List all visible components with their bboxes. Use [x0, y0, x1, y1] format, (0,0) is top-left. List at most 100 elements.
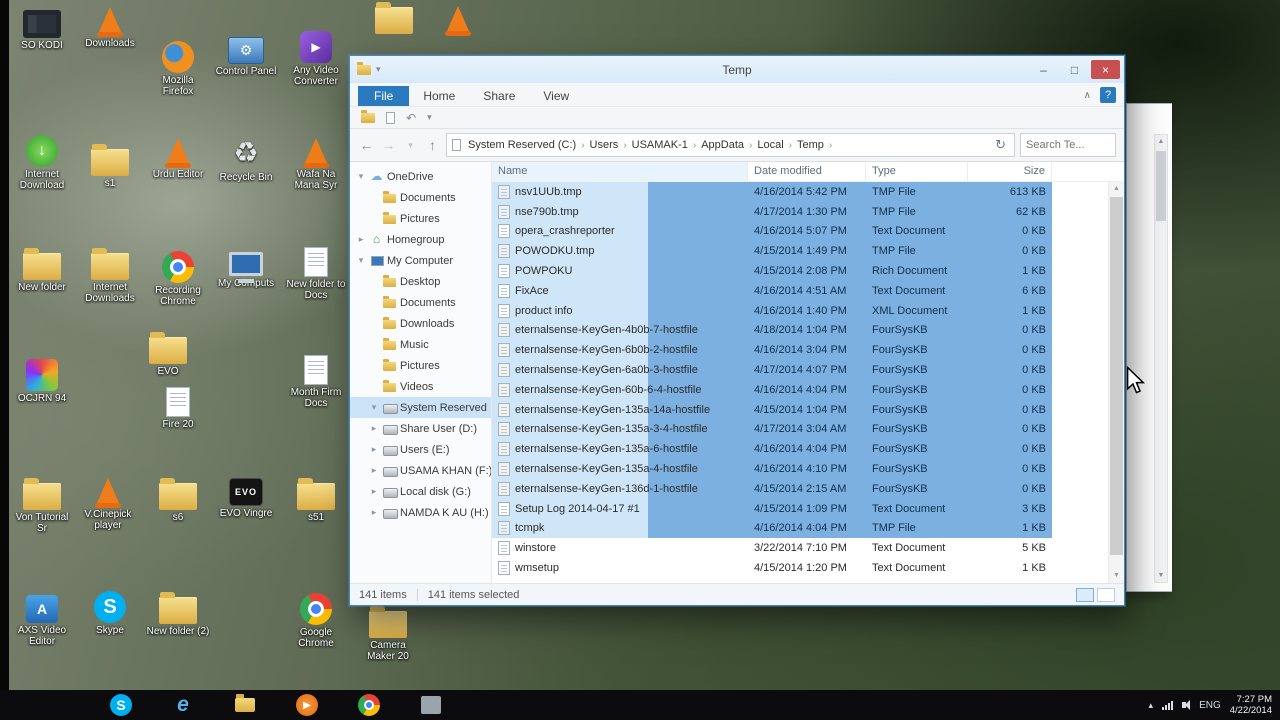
column-type[interactable]: Type — [866, 162, 968, 181]
desktop-icon-control-panel[interactable]: ⚙ Control Panel — [214, 32, 278, 77]
desktop-icon-s1[interactable]: s1 — [78, 142, 142, 189]
undo-icon[interactable]: ↶ — [406, 111, 416, 125]
breadcrumb-segment[interactable]: AppData — [698, 139, 747, 151]
search-input[interactable] — [1026, 139, 1110, 151]
search-box[interactable] — [1020, 133, 1116, 157]
volume-icon[interactable] — [1182, 700, 1191, 710]
maximize-button[interactable]: □ — [1060, 60, 1089, 79]
ribbon-collapse-icon[interactable]: ∧ — [1084, 90, 1091, 101]
clock[interactable]: 7:27 PM 4/22/2014 — [1230, 694, 1272, 716]
column-date-modified[interactable]: Date modified — [748, 162, 866, 181]
taskbar-explorer-button[interactable] — [228, 692, 262, 718]
nav-item-share-user-d[interactable]: ▸ Share User (D:) — [350, 418, 491, 439]
nav-item-videos[interactable]: Videos — [350, 376, 491, 397]
up-button[interactable]: ↑ — [424, 137, 441, 153]
file-row-opera-crashreporter[interactable]: opera_crashreporter 4/16/2014 5:07 PM Text… — [492, 221, 1108, 242]
tab-home[interactable]: Home — [409, 86, 469, 106]
scroll-down-icon[interactable]: ▼ — [1109, 569, 1124, 583]
nav-item-music[interactable]: Music — [350, 334, 491, 355]
qat-dropdown-icon[interactable]: ▾ — [376, 64, 381, 75]
tab-view[interactable]: View — [529, 86, 583, 106]
nav-item-pictures[interactable]: Pictures — [350, 355, 491, 376]
nav-item-downloads[interactable]: Downloads — [350, 313, 491, 334]
file-row-tcmpk[interactable]: tcmpk 4/16/2014 4:04 PM TMP File 1 KB — [492, 518, 1108, 539]
file-row-eternalsense-keygen-6a0b-3-hostfile[interactable]: eternalsense-KeyGen-6a0b-3-hostfile 4/17/… — [492, 360, 1108, 380]
desktop-icon-s6[interactable]: s6 — [146, 476, 210, 523]
desktop-icon-von-tutorial-sr[interactable]: Von Tutorial Sr — [10, 476, 74, 534]
desktop-icon-mozilla-firefox[interactable]: Mozilla Firefox — [146, 38, 210, 97]
file-row-eternalsense-keygen-6b0b-2-hostfile[interactable]: eternalsense-KeyGen-6b0b-2-hostfile 4/16/… — [492, 340, 1108, 361]
nav-item-pictures[interactable]: Pictures — [350, 208, 491, 229]
expander-icon[interactable]: ▾ — [369, 402, 379, 413]
title-bar[interactable]: ▾ Temp – □ × — [350, 56, 1124, 83]
tab-share[interactable]: Share — [469, 86, 529, 106]
file-list-scrollbar[interactable]: ▲ ▼ — [1108, 182, 1124, 583]
scroll-up-icon[interactable]: ▲ — [1155, 135, 1167, 148]
nav-item-my-computer[interactable]: ▾ My Computer — [350, 250, 491, 271]
background-window-scrollbar[interactable]: ▲ ▼ — [1154, 134, 1168, 583]
desktop-icon-recycle-bin[interactable]: ♻ Recycle Bin — [214, 136, 278, 183]
background-window[interactable]: ▲ ▼ — [1126, 103, 1172, 592]
desktop-icon-skype[interactable]: S Skype — [78, 588, 142, 636]
nav-item-documents[interactable]: Documents — [350, 292, 491, 313]
expander-icon[interactable]: ▾ — [356, 171, 366, 182]
expander-icon[interactable]: ▸ — [356, 234, 366, 245]
breadcrumb-segment[interactable]: Local — [754, 139, 786, 151]
desktop-icon-folder[interactable] — [362, 0, 426, 36]
file-row-eternalsense-keygen-135a-3-4-hostfile[interactable]: eternalsense-KeyGen-135a-3-4-hostfile 4/1… — [492, 419, 1108, 440]
file-row-eternalsense-keygen-135a-4-hostfile[interactable]: eternalsense-KeyGen-135a-4-hostfile 4/16/… — [492, 459, 1108, 479]
nav-item-usama-khan-f[interactable]: ▸ USAMA KHAN (F:) — [350, 460, 491, 481]
taskbar-app-button[interactable] — [414, 692, 448, 718]
desktop-icon-month-firm-docs[interactable]: Month Firm Docs — [284, 352, 348, 409]
nav-item-documents[interactable]: Documents — [350, 187, 491, 208]
refresh-icon[interactable]: ↻ — [992, 137, 1009, 153]
close-button[interactable]: × — [1091, 60, 1120, 79]
breadcrumb-segment[interactable]: USAMAK-1 — [629, 139, 691, 151]
expander-icon[interactable]: ▾ — [356, 255, 366, 266]
expander-icon[interactable]: ▸ — [369, 465, 379, 476]
desktop-icon-urdu-editor[interactable]: Urdu Editor — [146, 136, 210, 180]
desktop-icon-internet-download[interactable]: ↓ Internet Download — [10, 132, 74, 191]
customize-qat-icon[interactable]: ▾ — [427, 112, 432, 123]
desktop-icon-ocjrn-94[interactable]: OCJRN 94 — [10, 356, 74, 404]
desktop-icon-new-folder-2[interactable]: New folder (2) — [146, 590, 210, 637]
nav-item-local-disk-g[interactable]: ▸ Local disk (G:) — [350, 481, 491, 502]
column-name[interactable]: Name — [492, 162, 748, 181]
expander-icon[interactable]: ▸ — [369, 444, 379, 455]
desktop-icon-my-computs[interactable]: My Computs — [214, 248, 278, 289]
breadcrumb-segment[interactable]: Temp — [794, 139, 827, 151]
desktop-icon-v-cinepick-player[interactable]: V.Cinepick player — [76, 476, 140, 531]
desktop-icon-google-chrome[interactable]: Google Chrome — [284, 590, 348, 649]
desktop-icon-evo-vingre[interactable]: EVO EVO Vingre — [214, 474, 278, 519]
desktop-icon-fire-20[interactable]: Fire 20 — [146, 384, 210, 430]
file-row-fixace[interactable]: FixAce 4/16/2014 4:51 AM Text Document 6 KB — [492, 280, 1108, 301]
desktop-icon-new-folder-to-docs[interactable]: New folder to Docs — [284, 244, 348, 301]
file-row-product-info[interactable]: product info 4/16/2014 1:40 PM XML Documen… — [492, 300, 1108, 321]
column-size[interactable]: Size — [968, 162, 1052, 181]
desktop-icon-axs-video-editor[interactable]: A AXS Video Editor — [10, 590, 74, 647]
breadcrumb-segment[interactable]: System Reserved (C:) — [465, 139, 579, 151]
expander-icon[interactable]: ▸ — [369, 507, 379, 518]
desktop-icon-any-video-converter[interactable]: ▶ Any Video Converter — [284, 28, 348, 87]
scroll-thumb[interactable] — [1110, 197, 1123, 555]
nav-item-onedrive[interactable]: ▾ ☁ OneDrive — [350, 166, 491, 187]
desktop-icon-recording-chrome[interactable]: Recording Chrome — [146, 248, 210, 307]
desktop-icon-new-folder[interactable]: New folder — [10, 246, 74, 293]
tray-expand-icon[interactable]: ▴ — [1149, 700, 1154, 711]
new-folder-icon[interactable] — [361, 109, 375, 123]
expander-icon[interactable]: ▸ — [369, 423, 379, 434]
scroll-thumb[interactable] — [1156, 151, 1166, 221]
taskbar-skype-button[interactable]: S — [104, 692, 138, 718]
breadcrumb-segment[interactable]: Users — [587, 139, 622, 151]
file-row-eternalsense-keygen-4b0b-7-hostfile[interactable]: eternalsense-KeyGen-4b0b-7-hostfile 4/18/… — [492, 320, 1108, 341]
details-view-button[interactable] — [1076, 587, 1094, 602]
file-row-eternalsense-keygen-136d-1-hostfile[interactable]: eternalsense-KeyGen-136d-1-hostfile 4/15/… — [492, 478, 1108, 499]
taskbar-media-button[interactable]: ▶ — [290, 692, 324, 718]
scroll-down-icon[interactable]: ▼ — [1155, 569, 1167, 582]
minimize-button[interactable]: – — [1029, 60, 1058, 79]
properties-icon[interactable] — [386, 111, 395, 124]
language-indicator[interactable]: ENG — [1199, 700, 1221, 711]
file-row-eternalsense-keygen-135a-14a-hostfile[interactable]: eternalsense-KeyGen-135a-14a-hostfile 4/1… — [492, 399, 1108, 420]
desktop-icon-s51[interactable]: s51 — [284, 476, 348, 523]
nav-item-namda-k-au-h[interactable]: ▸ NAMDA K AU (H:) — [350, 502, 491, 523]
